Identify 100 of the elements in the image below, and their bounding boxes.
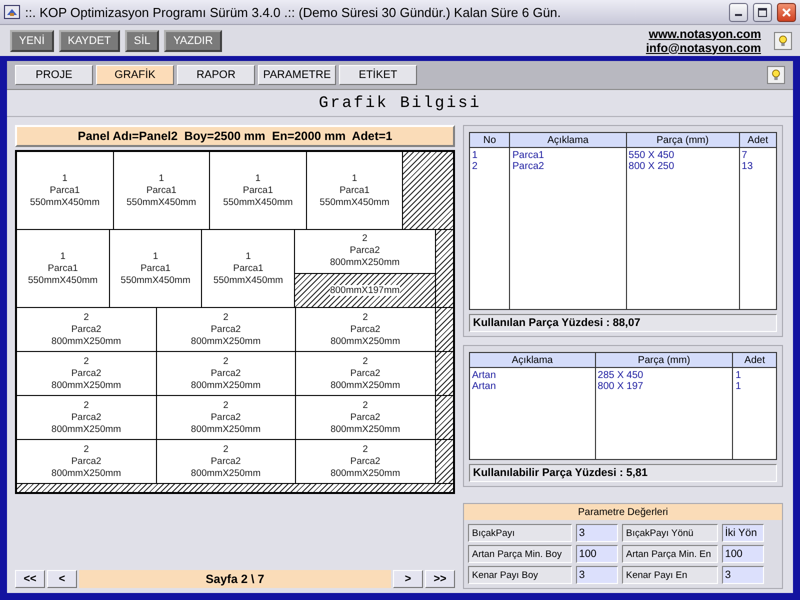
piece-name: Parca2 [71, 412, 102, 424]
parameter-value: 3 [576, 566, 618, 584]
piece-size: 800mmX250mm [190, 380, 261, 392]
piece-name: Parca1 [146, 184, 176, 196]
piece-size: 800mmX250mm [190, 424, 261, 436]
piece-size: 800mmX250mm [330, 380, 400, 392]
table-cell: 800 X 250 [628, 161, 674, 172]
piece-number: 1 [246, 250, 251, 262]
minimize-button[interactable] [729, 2, 748, 22]
light-bulb-icon [778, 34, 788, 46]
maximize-icon [758, 8, 767, 16]
maximize-button[interactable] [753, 2, 772, 22]
offcut-area [436, 352, 453, 395]
table-cell: 1 [735, 381, 741, 392]
tab[interactable]: GRAFİK [96, 65, 174, 85]
piece-size: 550mmX450mm [28, 274, 98, 286]
parameter-label: Kenar Payı En [622, 566, 718, 584]
piece-name: Parca2 [210, 324, 241, 336]
panel-caption: Panel Adı=Panel2 Boy=2500 mm En=2000 mm Adet=1 [15, 125, 455, 147]
hint-button[interactable] [767, 66, 785, 84]
piece-name: Parca1 [339, 184, 370, 196]
piece-name: Parca2 [350, 245, 380, 258]
page-indicator: Sayfa 2 \ 7 [79, 570, 391, 588]
parameter-label: BıçakPayı Yönü [622, 524, 718, 542]
piece-name: Parca2 [71, 456, 102, 468]
parameter-label: Kenar Payı Boy [468, 566, 572, 584]
last-page-button[interactable]: >> [425, 570, 455, 588]
tab[interactable]: ETİKET [339, 65, 417, 85]
piece-name: Parca1 [48, 262, 78, 274]
parameter-label: BıçakPayı [468, 524, 572, 542]
piece-size: 550mmX450mm [320, 196, 390, 208]
piece-number: 2 [362, 400, 368, 412]
piece-size: 550mmX450mm [126, 196, 196, 208]
previous-page-button[interactable]: < [47, 570, 77, 588]
piece-size: 800mmX250mm [330, 257, 400, 270]
piece-number: 1 [158, 172, 164, 184]
first-page-button[interactable]: << [15, 570, 45, 588]
piece-number: 2 [362, 356, 368, 368]
minimize-icon [735, 14, 742, 16]
parameters-title: Parametre Değerleri [464, 504, 782, 520]
window-title: ::. KOP Optimizasyon Programı Sürüm 3.4.0 .:: (Demo Süresi 30 Gündür.) Kalan Süre 6 Gün. [25, 4, 562, 20]
column-header: Açıklama [470, 353, 595, 368]
table-cell: 1 [472, 150, 478, 161]
toolbar-button[interactable]: YAZDIR [164, 30, 222, 52]
piece-size: 550mmX450mm [120, 274, 190, 286]
column-header: Parça (mm) [626, 133, 739, 148]
piece-number: 1 [60, 250, 66, 262]
light-bulb-icon [771, 69, 781, 81]
piece-number: 2 [362, 312, 368, 324]
piece-name: Parca1 [242, 184, 273, 196]
parameter-value: 3 [576, 524, 618, 542]
table-cell: Artan [472, 381, 496, 392]
tab[interactable]: RAPOR [177, 65, 255, 85]
parameter-label: Artan Parça Min. Boy [468, 545, 572, 563]
website-link[interactable]: info@notasyon.com [646, 40, 761, 54]
piece-number: 2 [84, 400, 89, 412]
piece-size: 800mmX250mm [330, 468, 400, 480]
close-icon [782, 8, 791, 16]
piece-name: Parca2 [350, 456, 380, 468]
table-cell: 550 X 450 [628, 150, 674, 161]
piece-number: 1 [255, 172, 261, 184]
close-button[interactable] [777, 2, 796, 22]
table-cell: Parca1 [512, 150, 544, 161]
piece-size: 800mmX250mm [330, 424, 400, 436]
table-cell: 1 [735, 370, 741, 381]
column-header: No [470, 133, 510, 148]
piece-size: 800mmX250mm [51, 380, 122, 392]
piece-name: Parca2 [210, 456, 241, 468]
parameter-value: 100 [722, 545, 764, 563]
piece-size: 550mmX450mm [223, 196, 293, 208]
toolbar-button[interactable]: YENİ [10, 30, 54, 52]
column-header: Adet [733, 353, 776, 368]
piece-size: 550mmX450mm [30, 196, 100, 208]
table-cell: Parca2 [512, 161, 544, 172]
tab[interactable]: PROJE [15, 65, 93, 85]
parameter-value: İki Yön [722, 524, 764, 542]
column-header: Parça (mm) [596, 353, 732, 368]
toolbar-button[interactable]: KAYDET [58, 30, 120, 52]
parameter-value: 3 [722, 566, 764, 584]
next-page-button[interactable]: > [393, 570, 423, 588]
column-header: Adet [740, 133, 776, 148]
piece-name: Parca2 [350, 324, 380, 336]
table-cell: 2 [472, 161, 478, 172]
piece-number: 2 [223, 400, 228, 412]
toolbar-button[interactable]: SİL [124, 30, 160, 52]
piece-name: Parca2 [210, 368, 241, 380]
piece-number: 2 [84, 444, 89, 456]
table-cell: 7 [742, 150, 748, 161]
piece-size: 800mmX250mm [190, 336, 261, 348]
piece-number: 2 [84, 312, 89, 324]
piece-name: Parca1 [50, 184, 80, 196]
app-icon [4, 5, 20, 19]
hint-button[interactable] [774, 32, 792, 50]
piece-number: 1 [352, 172, 358, 184]
piece-size: 800mmX250mm [190, 468, 261, 480]
offcut-size: 800mmX197mm [330, 284, 400, 296]
website-link[interactable]: www.notasyon.com [648, 26, 761, 40]
piece-name: Parca2 [350, 368, 380, 380]
column-header: Açıklama [510, 133, 626, 148]
tab[interactable]: PARAMETRE [258, 65, 336, 85]
